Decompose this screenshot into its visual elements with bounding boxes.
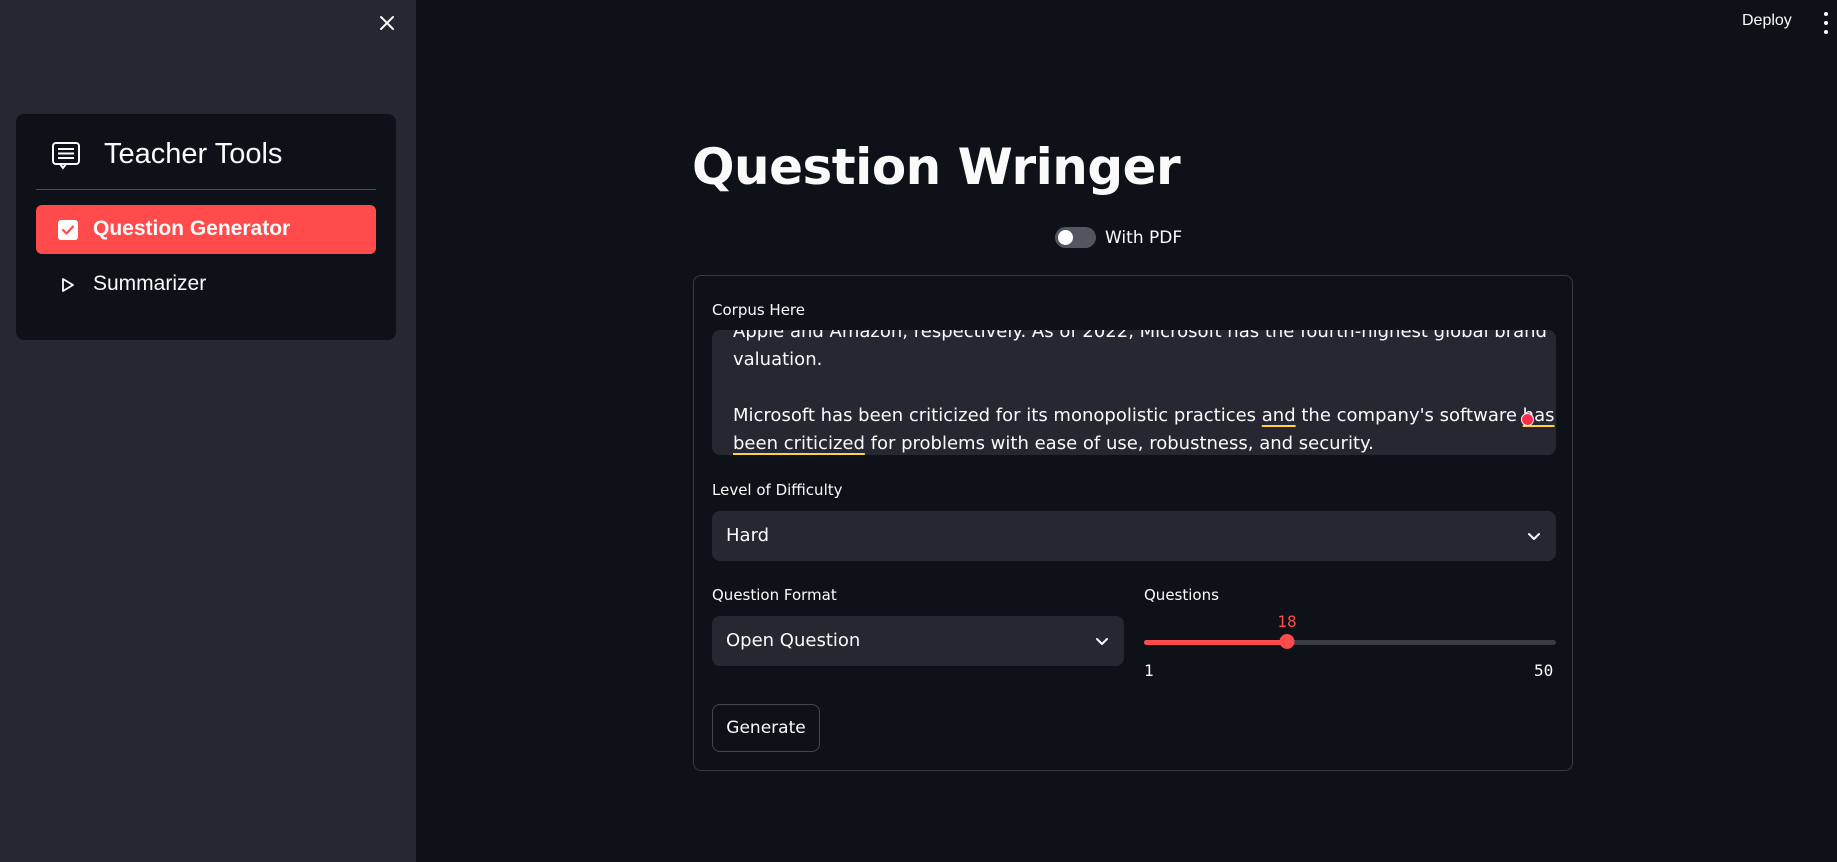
toggle-label: With PDF bbox=[1105, 227, 1183, 248]
slider-min-label: 1 bbox=[1144, 661, 1154, 680]
toggle-knob bbox=[1058, 230, 1073, 245]
checkbox-icon bbox=[58, 220, 78, 240]
difficulty-label: Level of Difficulty bbox=[712, 481, 843, 499]
nav-title: Teacher Tools bbox=[104, 138, 283, 170]
grammar-indicator-icon[interactable] bbox=[1521, 413, 1534, 426]
format-value: Open Question bbox=[726, 630, 861, 651]
corpus-textarea[interactable]: Apple and Amazon, respectively. As of 20… bbox=[712, 330, 1556, 455]
corpus-line: valuation. bbox=[733, 349, 823, 370]
notepad-icon bbox=[52, 142, 80, 170]
chevron-down-icon bbox=[1096, 638, 1108, 645]
format-select[interactable]: Open Question bbox=[712, 616, 1124, 666]
close-icon bbox=[380, 16, 394, 30]
corpus-line: been criticized for problems with ease o… bbox=[733, 433, 1374, 454]
corpus-line: Microsoft has been criticized for its mo… bbox=[733, 405, 1555, 426]
nav-header: Teacher Tools bbox=[16, 114, 396, 190]
corpus-line bbox=[733, 374, 1500, 402]
corpus-line: Apple and Amazon, respectively. As of 20… bbox=[733, 330, 1547, 342]
chevron-down-icon bbox=[1528, 533, 1540, 540]
slider-fill bbox=[1144, 640, 1287, 645]
corpus-label: Corpus Here bbox=[712, 301, 806, 319]
play-outline-icon bbox=[58, 275, 78, 295]
question-form: Corpus Here Apple and Amazon, respective… bbox=[693, 275, 1573, 771]
slider-value: 18 bbox=[1277, 612, 1297, 631]
generate-button[interactable]: Generate bbox=[712, 704, 820, 752]
slider-thumb[interactable] bbox=[1279, 634, 1295, 649]
sidebar-item-label: Summarizer bbox=[93, 272, 207, 295]
sidebar-item-summarizer[interactable]: Summarizer bbox=[36, 260, 376, 309]
page-title: Question Wringer bbox=[692, 138, 1181, 196]
difficulty-value: Hard bbox=[726, 525, 770, 546]
format-label: Question Format bbox=[712, 586, 837, 604]
slider-max-label: 50 bbox=[1534, 661, 1554, 680]
close-sidebar-button[interactable] bbox=[374, 10, 400, 36]
questions-label: Questions bbox=[1144, 586, 1219, 604]
with-pdf-toggle[interactable]: With PDF bbox=[1055, 227, 1182, 248]
sidebar-item-label: Question Generator bbox=[93, 217, 291, 240]
toggle-track[interactable] bbox=[1055, 227, 1096, 248]
kebab-menu-icon[interactable] bbox=[1822, 12, 1830, 34]
sidebar: Teacher Tools Question Generator Summari… bbox=[0, 0, 416, 862]
corpus-text: Apple and Amazon, respectively. As of 20… bbox=[733, 330, 1555, 455]
deploy-button[interactable]: Deploy bbox=[1742, 12, 1792, 30]
sidebar-item-question-generator[interactable]: Question Generator bbox=[36, 205, 376, 254]
nav-divider bbox=[36, 189, 376, 190]
nav-menu: Teacher Tools Question Generator Summari… bbox=[16, 114, 396, 340]
difficulty-select[interactable]: Hard bbox=[712, 511, 1556, 561]
